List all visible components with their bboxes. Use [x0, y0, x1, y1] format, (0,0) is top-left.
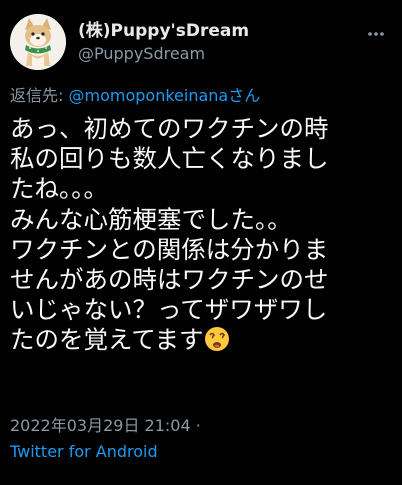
more-options-icon[interactable]: [366, 24, 386, 44]
display-name[interactable]: (株)Puppy'sDream: [78, 20, 249, 42]
shiba-dog-avatar-icon: [10, 14, 66, 70]
tweet-line: 私の回りも数人亡くなりまし: [10, 144, 329, 174]
author-names: (株)Puppy'sDream @PuppySdream: [78, 20, 249, 66]
reply-mention-link[interactable]: @momoponkeinana: [69, 86, 229, 105]
tweet-line: みんな心筋梗塞でした。。: [10, 204, 292, 234]
tweet-meta: 2022年03月29日 21:04 ·: [10, 416, 201, 436]
tweet-text: あっ、初めてのワクチンの時 私の回りも数人亡くなりまし たね。。。 みんな心筋梗…: [10, 114, 396, 356]
avatar[interactable]: [10, 14, 66, 70]
reply-prefix: 返信先:: [10, 86, 64, 105]
tweet-line: せんがあの時はワクチンのせ: [10, 265, 329, 295]
tweet-line: ワクチンとの関係は分かりま: [10, 234, 329, 264]
tweet-line: いじゃない？ってザワザワし: [10, 295, 328, 325]
tweet-timestamp[interactable]: 2022年03月29日 21:04: [10, 416, 191, 435]
reply-suffix: さん: [228, 86, 261, 105]
tweet-source-link[interactable]: Twitter for Android: [10, 442, 158, 462]
user-handle[interactable]: @PuppySdream: [78, 42, 249, 66]
tweet-card: (株)Puppy'sDream @PuppySdream 返信先: @momop…: [0, 0, 402, 485]
tweet-header: (株)Puppy'sDream @PuppySdream: [10, 14, 392, 76]
tweet-line-text: たのを覚えてます: [10, 325, 204, 355]
tweet-line: あっ、初めてのワクチンの時: [10, 114, 329, 143]
meta-separator: ·: [195, 416, 201, 435]
dizzy-worried-face-emoji: [204, 327, 229, 352]
replying-to: 返信先: @momoponkeinanaさん: [10, 86, 260, 106]
tweet-last-line: たのを覚えてます: [10, 325, 396, 355]
tweet-line: たね。。。: [10, 174, 108, 204]
